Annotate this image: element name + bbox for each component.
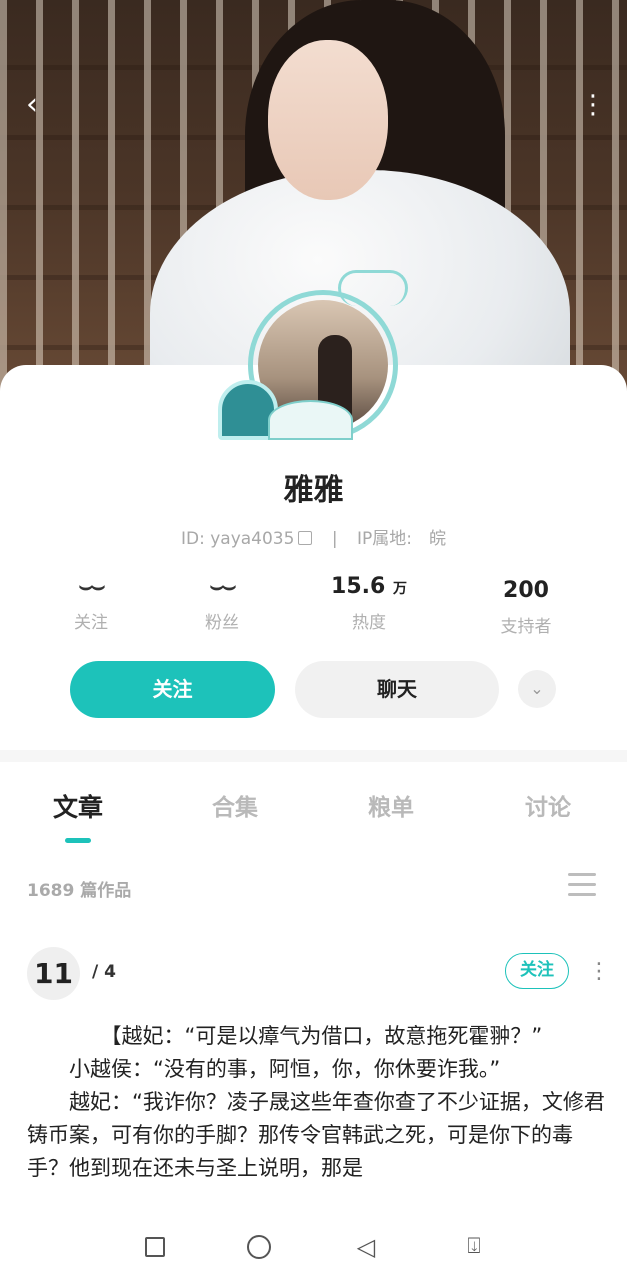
tab-discussion[interactable]: 讨论 <box>488 788 608 822</box>
stat-label: 支持者 <box>500 617 552 637</box>
tab-food-list[interactable]: 粮单 <box>331 788 451 822</box>
follow-button[interactable]: 关注 <box>70 661 275 718</box>
stat-followers[interactable]: ⌣⌣ 粉丝 <box>162 570 282 633</box>
closed-eye-icon: ⌣⌣ <box>209 574 237 599</box>
collapse-up-icon[interactable]: ⍗ <box>459 1232 489 1262</box>
post-paragraph: 越妃：“我诈你？凌子晟这些年查你查了不少证据，文修君铸币案，可有你的手脚？那传令… <box>27 1090 605 1180</box>
chat-button[interactable]: 聊天 <box>295 661 499 718</box>
back-icon[interactable]: ‹ <box>12 85 52 125</box>
avatar[interactable] <box>208 270 413 455</box>
post-follow-button[interactable]: 关注 <box>505 953 569 989</box>
stat-label: 热度 <box>352 613 386 633</box>
post-more-icon[interactable]: ⋮ <box>588 955 610 989</box>
active-tab-indicator <box>65 838 91 843</box>
post-paragraph: 【越妃：“可是以瘴气为借口，故意拖死霍翀？” <box>27 1024 543 1048</box>
ip-location: IP属地: 皖 <box>357 529 446 549</box>
recent-apps-icon[interactable] <box>140 1232 170 1262</box>
section-divider <box>0 750 627 762</box>
tab-articles[interactable]: 文章 <box>18 788 138 824</box>
stat-unit: 万 <box>392 581 407 597</box>
stat-supporters[interactable]: 200 支持者 <box>466 570 586 637</box>
stat-value: 15.6 <box>331 574 386 599</box>
works-count: 1689 篇作品 <box>27 881 132 901</box>
profile-id-line: ID: yaya4035 | IP属地: 皖 <box>0 524 627 549</box>
copy-icon[interactable] <box>298 531 313 545</box>
post-index-badge: 11 <box>27 947 80 1000</box>
system-nav-bar: ◁ ⍗ <box>0 1212 627 1280</box>
cover-figure-face <box>268 40 388 200</box>
profile-name: 雅雅 <box>283 473 344 508</box>
profile-id: ID: yaya4035 <box>180 529 295 549</box>
home-icon[interactable] <box>244 1232 274 1262</box>
stat-label: 粉丝 <box>205 613 239 633</box>
post-paragraph: 小越侯：“没有的事，阿恒，你，你休要诈我。” <box>27 1057 501 1081</box>
tab-collections[interactable]: 合集 <box>175 788 295 822</box>
separator: | <box>331 529 338 549</box>
stat-following[interactable]: ⌣⌣ 关注 <box>31 570 151 633</box>
stat-heat[interactable]: 15.6 万 热度 <box>309 570 429 633</box>
chevron-down-icon[interactable]: ⌄ <box>518 670 556 708</box>
more-vertical-icon[interactable]: ⋮ <box>573 85 613 125</box>
post-content[interactable]: 【越妃：“可是以瘴气为借口，故意拖死霍翀？” 小越侯：“没有的事，阿恒，你，你休… <box>27 1020 607 1210</box>
closed-eye-icon: ⌣⌣ <box>78 574 106 599</box>
post-page-count: / 4 <box>92 962 116 982</box>
stat-label: 关注 <box>74 613 108 633</box>
stat-value: 200 <box>503 578 549 603</box>
back-triangle-icon[interactable]: ◁ <box>351 1232 381 1262</box>
avatar-frame-fan <box>268 400 353 440</box>
list-menu-icon[interactable] <box>568 873 596 897</box>
